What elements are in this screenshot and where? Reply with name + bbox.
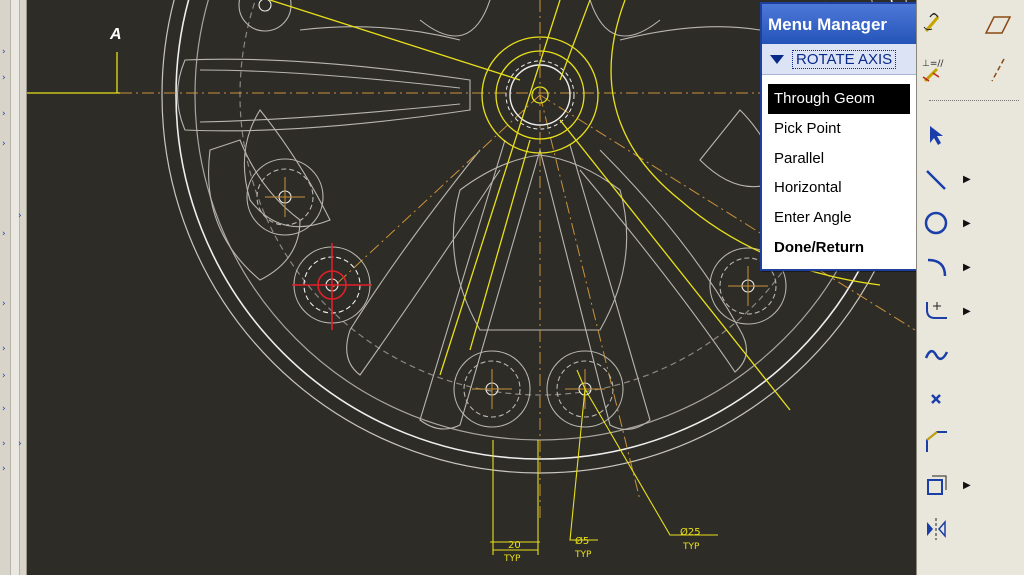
expand-arrow-icon[interactable]: › <box>2 74 8 83</box>
expand-arrow-icon[interactable]: › <box>2 440 8 449</box>
expand-arrow-icon[interactable]: › <box>2 48 8 57</box>
expand-arrow-icon[interactable]: › <box>2 230 8 239</box>
sketch-toolbar: ⊥=// ▶ ▶ ▶ ▶ ▶ <box>916 0 1024 575</box>
dimension-width-typ: TYP <box>503 554 521 564</box>
expand-arrow-icon[interactable]: › <box>2 405 8 414</box>
menu-item-enter-angle[interactable]: Enter Angle <box>768 203 910 233</box>
menu-item-done-return[interactable]: Done/Return <box>768 233 910 263</box>
dimension-leader <box>569 388 598 541</box>
dimension-dia-large: Ø25 <box>680 526 701 538</box>
chamfer-icon[interactable] <box>921 426 951 456</box>
fillet-icon[interactable] <box>921 296 951 326</box>
dash-line-icon[interactable] <box>983 55 1013 85</box>
offset-icon[interactable] <box>921 470 951 500</box>
menu-item-pick-point[interactable]: Pick Point <box>768 114 910 144</box>
dimension-width: 20 <box>508 540 521 551</box>
dimension-icon[interactable] <box>919 8 949 38</box>
section-label: A <box>109 26 122 43</box>
highlight-line <box>559 119 791 411</box>
hole-centermark <box>265 177 768 409</box>
menu-item-list: Through Geom Pick Point Parallel Horizon… <box>768 84 910 263</box>
flyout-arrow-icon[interactable]: ▶ <box>963 174 971 185</box>
toolbar-separator <box>929 100 1019 101</box>
flyout-arrow-icon[interactable]: ▶ <box>963 218 971 229</box>
highlight-line <box>269 0 521 81</box>
spoke <box>579 149 747 373</box>
menu-item-through-geom[interactable]: Through Geom <box>768 84 910 114</box>
dimension-dia-small: Ø5 <box>575 535 589 547</box>
point-icon[interactable] <box>921 384 951 414</box>
mirror-icon[interactable] <box>921 514 951 544</box>
menu-manager[interactable]: Menu Manager ROTATE AXIS Through Geom Pi… <box>760 2 918 271</box>
dimension-leader <box>584 388 718 536</box>
expand-arrow-icon[interactable]: › <box>2 110 8 119</box>
expand-arrow-icon[interactable]: › <box>2 372 8 381</box>
dimension-dia-large-typ: TYP <box>682 542 700 552</box>
flyout-arrow-icon[interactable]: ▶ <box>963 480 971 491</box>
expand-arrow-icon[interactable]: › <box>2 140 8 149</box>
flyout-arrow-icon[interactable]: ▶ <box>963 306 971 317</box>
pocket <box>208 139 301 281</box>
spoke <box>199 69 461 123</box>
dimension-leader <box>576 369 586 390</box>
rotate-axis-submenu[interactable]: ROTATE AXIS <box>762 44 916 75</box>
expand-arrow-icon[interactable]: › <box>2 345 8 354</box>
svg-text:⊥=//: ⊥=// <box>922 59 944 69</box>
dimension-dia-small-typ: TYP <box>574 550 592 560</box>
highlight-line <box>439 0 561 376</box>
menu-manager-title: Menu Manager <box>762 4 916 44</box>
flyout-arrow-icon[interactable]: ▶ <box>963 262 971 273</box>
pocket <box>589 0 661 37</box>
line-icon[interactable] <box>921 165 951 195</box>
expand-arrow-icon[interactable]: › <box>18 440 24 449</box>
spline-icon[interactable] <box>921 340 951 370</box>
parallelogram-icon[interactable] <box>983 10 1013 40</box>
menu-item-parallel[interactable]: Parallel <box>768 144 910 174</box>
highlight-line <box>469 139 531 351</box>
expand-arrow-icon[interactable]: › <box>2 300 8 309</box>
expand-arrow-icon[interactable]: › <box>18 212 24 221</box>
pocket <box>419 0 491 37</box>
collapse-triangle-icon[interactable] <box>770 54 784 64</box>
arc-icon[interactable] <box>921 252 951 282</box>
menu-item-horizontal[interactable]: Horizontal <box>768 173 910 203</box>
text-format-icon[interactable]: ⊥=// <box>919 55 949 85</box>
left-scroll-track[interactable] <box>10 0 20 575</box>
expand-arrow-icon[interactable]: › <box>2 465 8 474</box>
spoke <box>419 139 541 430</box>
left-panel-strip[interactable]: › › › › › › › › › › › › › <box>0 0 27 575</box>
submenu-label: ROTATE AXIS <box>792 49 897 69</box>
circle-icon[interactable] <box>921 208 951 238</box>
select-arrow-icon[interactable] <box>921 120 951 150</box>
